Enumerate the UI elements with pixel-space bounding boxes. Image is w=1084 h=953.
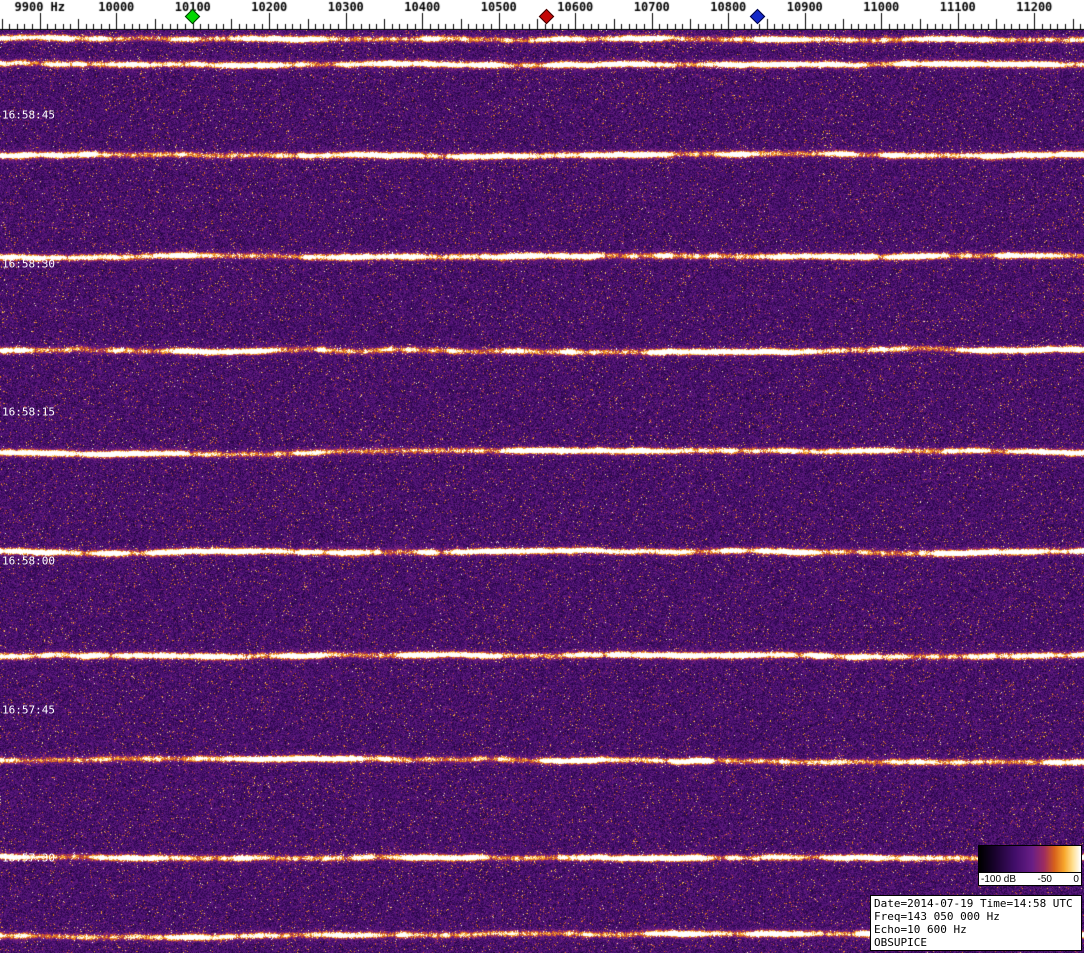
time-label: 16:58:45 [2, 108, 55, 122]
colorbar-min-label: -100 dB [981, 873, 1017, 885]
info-date-line: Date=2014-07-19 Time=14:58 UTC [874, 897, 1073, 910]
frequency-axis [0, 0, 1084, 30]
spectrogram-area: 16:58:45 16:58:30 16:58:15 16:58:00 16:57:45… [0, 30, 1084, 953]
time-label: 16:58:30 [2, 257, 55, 271]
info-freq-line: Freq=143 050 000 Hz [874, 910, 1000, 923]
time-label: 16:58:00 [2, 554, 55, 568]
info-echo-line: Echo=10 600 Hz [874, 923, 967, 936]
colorbar-max-label: 0 [1073, 873, 1079, 885]
colorbar-gradient [979, 846, 1081, 873]
colorbar-mid-label: -50 [1037, 873, 1052, 885]
observation-info-box: Date=2014-07-19 Time=14:58 UTC Freq=143 … [870, 895, 1082, 951]
info-station-line: OBSUPICE [874, 936, 927, 949]
time-label: 16:57:45 [2, 703, 55, 717]
colorbar-labels: -100 dB -50 0 [979, 873, 1081, 885]
spectrogram-canvas[interactable] [0, 30, 1084, 953]
intensity-colorbar: -100 dB -50 0 [978, 845, 1082, 886]
time-label: 16:58:15 [2, 405, 55, 419]
waterfall-window: 16:58:45 16:58:30 16:58:15 16:58:00 16:57:45… [0, 0, 1084, 953]
time-label: 16:57:30 [2, 851, 55, 865]
